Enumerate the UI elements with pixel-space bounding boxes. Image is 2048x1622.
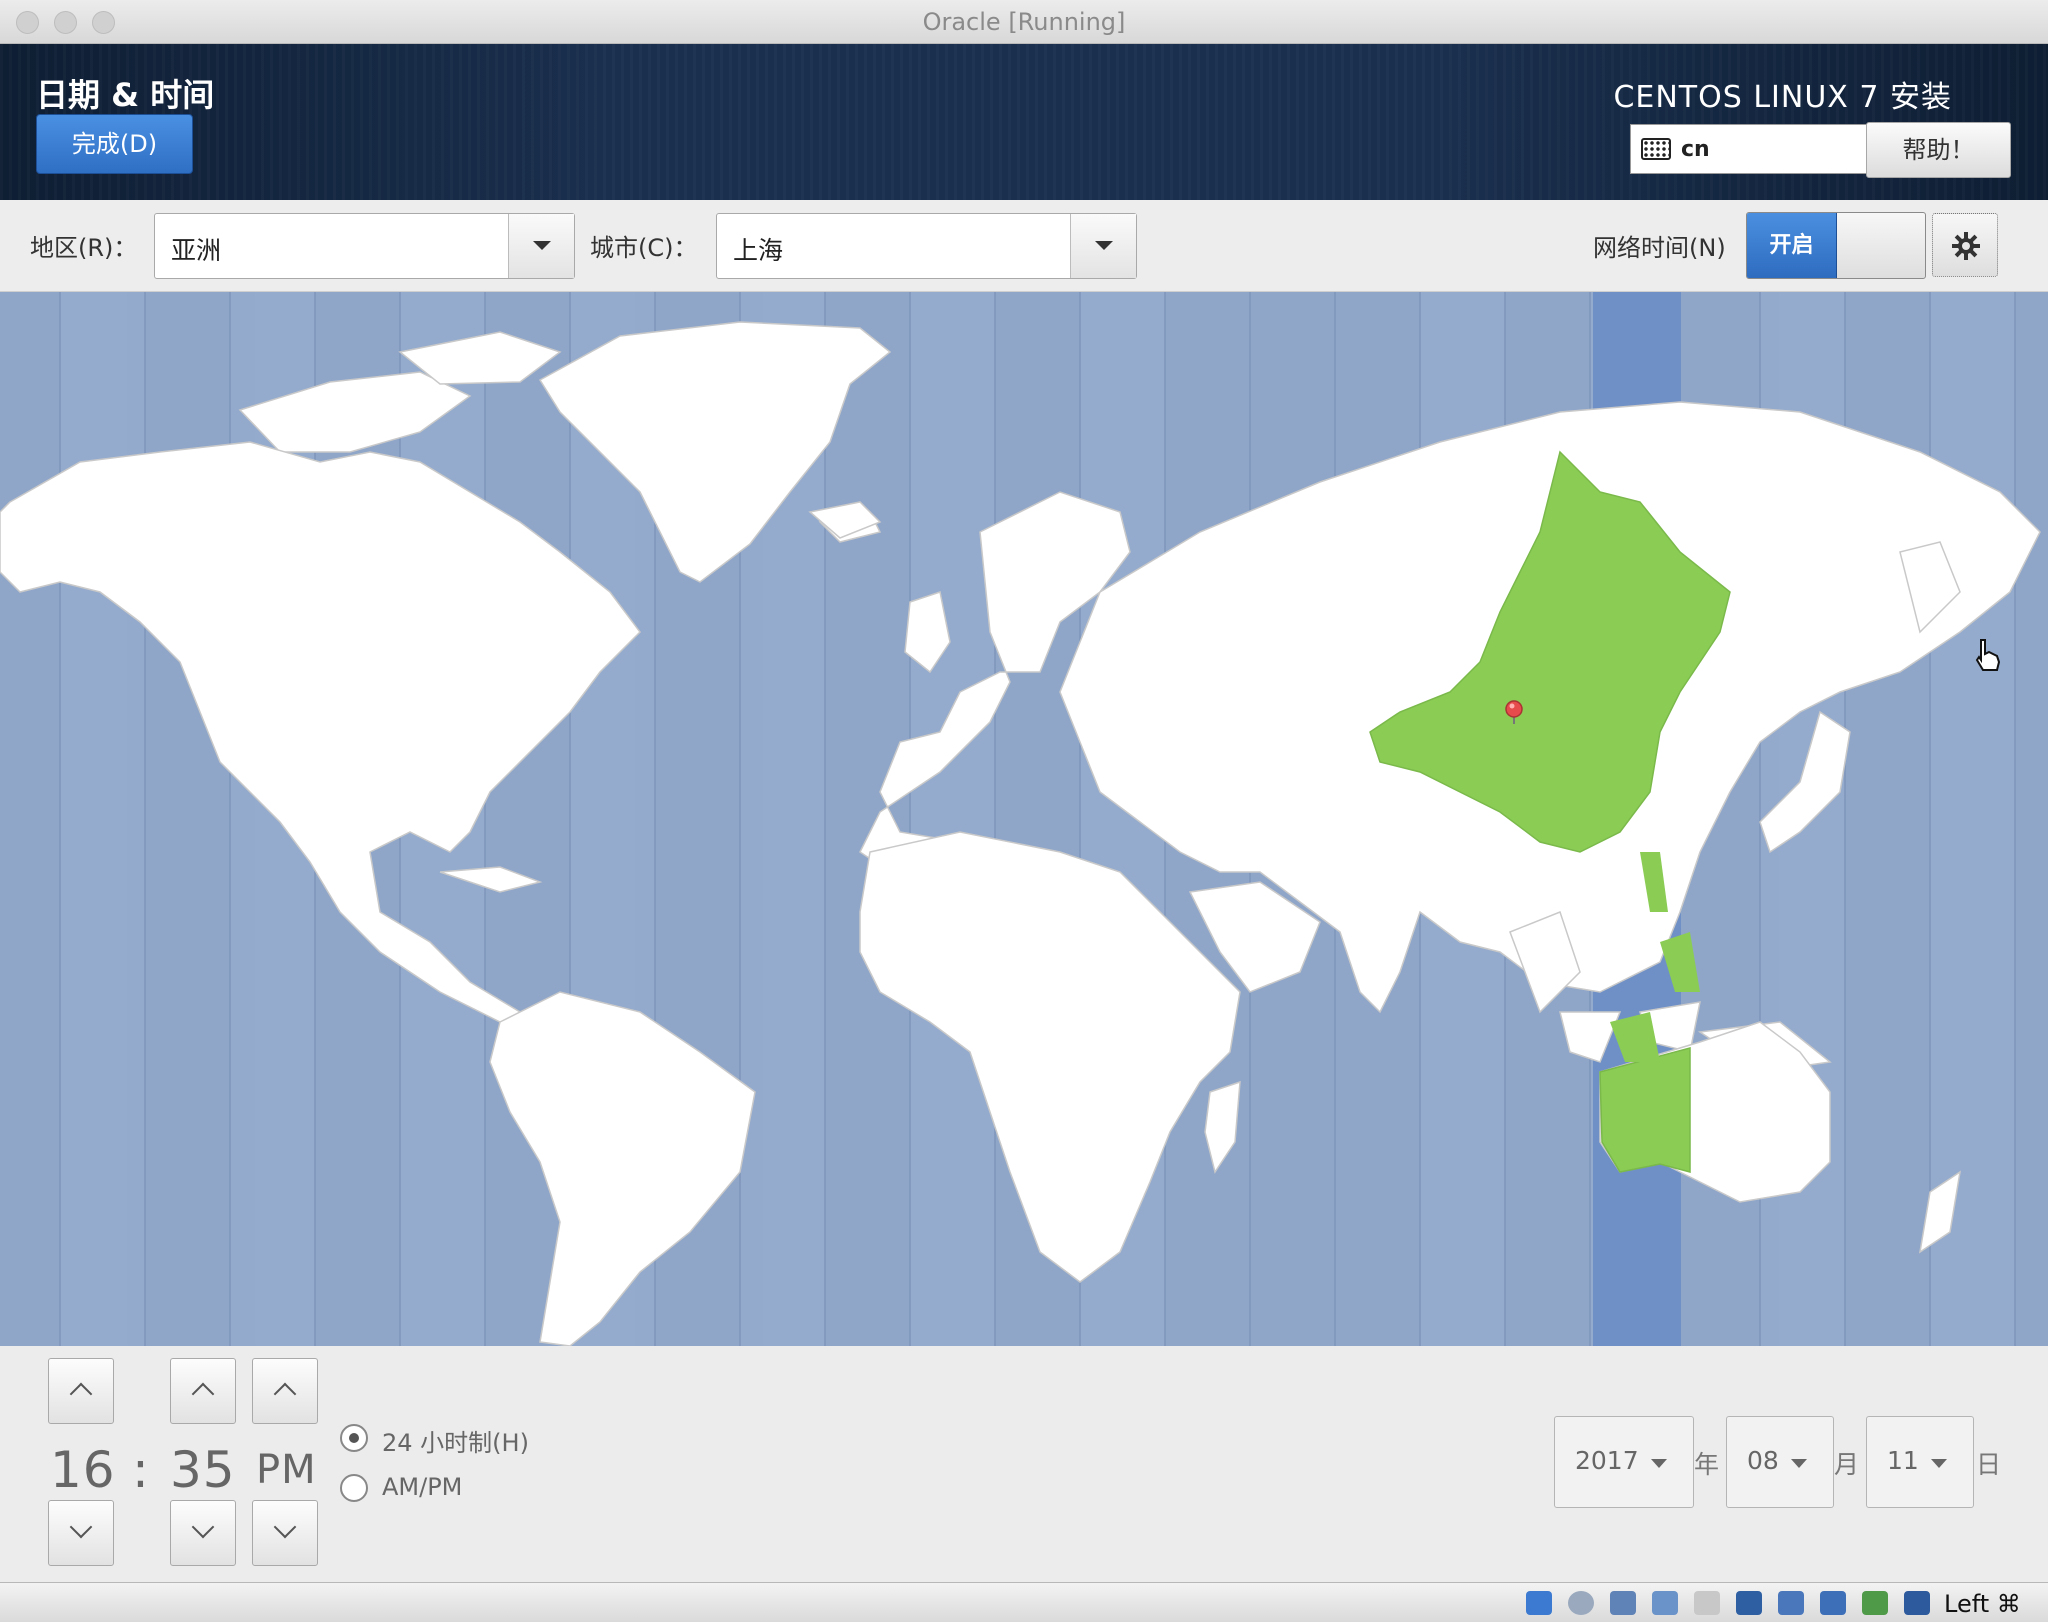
network-time-label: 网络时间(N): [1593, 234, 1726, 262]
done-button[interactable]: 完成(D): [36, 114, 193, 174]
chevron-up-icon: [69, 1382, 93, 1406]
year-unit: 年: [1694, 1450, 1720, 1479]
ampm-decrement-button[interactable]: [252, 1500, 318, 1566]
hours-value: 16: [50, 1441, 116, 1499]
year-combobox[interactable]: 2017: [1554, 1416, 1694, 1508]
format-ampm-label: AM/PM: [382, 1473, 463, 1501]
day-value: 11: [1887, 1446, 1919, 1475]
keyboard-layout-label: cn: [1681, 137, 1710, 162]
region-combobox[interactable]: 亚洲: [154, 213, 575, 279]
time-separator: :: [132, 1441, 150, 1499]
video-capture-icon[interactable]: [1778, 1591, 1804, 1615]
ampm-value: PM: [256, 1447, 317, 1493]
month-unit: 月: [1834, 1450, 1860, 1479]
city-dropdown-arrow-icon[interactable]: [1070, 214, 1136, 278]
chevron-down-icon: [69, 1515, 93, 1539]
region-dropdown-arrow-icon[interactable]: [508, 214, 574, 278]
mouse-integration-icon[interactable]: [1862, 1591, 1888, 1615]
region-value: 亚洲: [171, 236, 222, 265]
format-24h-radio[interactable]: [340, 1424, 368, 1452]
city-value: 上海: [733, 236, 784, 265]
region-label: 地区(R)：: [30, 234, 138, 262]
window-titlebar: Oracle [Running]: [0, 0, 2048, 44]
installer-header: 日期 & 时间 完成(D) CENTOS LINUX 7 安装 cn 帮助！: [0, 44, 2048, 200]
day-dropdown-arrow-icon: [1931, 1459, 1947, 1468]
audio-icon[interactable]: [1610, 1591, 1636, 1615]
month-value: 08: [1747, 1446, 1779, 1475]
vm-status-bar: Left ⌘: [0, 1582, 2048, 1622]
help-button[interactable]: 帮助！: [1866, 122, 2011, 178]
minutes-value: 35: [170, 1441, 236, 1499]
gear-icon: [1952, 232, 1980, 260]
chevron-up-icon: [191, 1382, 215, 1406]
network-icon[interactable]: [1652, 1591, 1678, 1615]
hours-increment-button[interactable]: [48, 1358, 114, 1424]
month-dropdown-arrow-icon: [1791, 1459, 1807, 1468]
keyboard-layout-indicator[interactable]: cn: [1630, 124, 1867, 174]
year-value: 2017: [1575, 1446, 1639, 1475]
timezone-selector-bar: 地区(R)： 亚洲 城市(C)： 上海 网络时间(N) 开启: [0, 200, 2048, 292]
keyboard-capture-icon[interactable]: [1904, 1591, 1930, 1615]
chevron-up-icon: [273, 1382, 297, 1406]
chevron-down-icon: [273, 1515, 297, 1539]
network-time-on-label: 开启: [1747, 213, 1837, 278]
minutes-decrement-button[interactable]: [170, 1500, 236, 1566]
month-combobox[interactable]: 08: [1726, 1416, 1834, 1508]
format-24h-label: 24 小时制(H): [382, 1429, 529, 1457]
cpu-icon[interactable]: [1820, 1591, 1846, 1615]
hard-disk-icon[interactable]: [1526, 1591, 1552, 1615]
city-combobox[interactable]: 上海: [716, 213, 1137, 279]
display-icon[interactable]: [1736, 1591, 1762, 1615]
shared-folder-icon[interactable]: [1694, 1591, 1720, 1615]
day-unit: 日: [1976, 1450, 2002, 1479]
page-title: 日期 & 时间: [36, 76, 215, 114]
ampm-increment-button[interactable]: [252, 1358, 318, 1424]
format-ampm-radio[interactable]: [340, 1474, 368, 1502]
city-label: 城市(C)：: [590, 234, 698, 262]
timezone-map[interactable]: [0, 292, 2048, 1346]
ntp-config-button[interactable]: [1932, 213, 1998, 277]
year-dropdown-arrow-icon: [1651, 1459, 1667, 1468]
network-time-switch[interactable]: 开启: [1746, 212, 1926, 279]
chevron-down-icon: [191, 1515, 215, 1539]
optical-drive-icon[interactable]: [1568, 1591, 1594, 1615]
keyboard-icon: [1641, 138, 1671, 160]
day-combobox[interactable]: 11: [1866, 1416, 1974, 1508]
host-key-label: Left ⌘: [1944, 1590, 2021, 1618]
window-title: Oracle [Running]: [922, 8, 1126, 36]
product-title: CENTOS LINUX 7 安装: [1613, 80, 1952, 115]
time-date-panel: 16 : 35 PM 24 小时制(H) AM/PM 2017 年 08 月 1…: [0, 1346, 2048, 1582]
hours-decrement-button[interactable]: [48, 1500, 114, 1566]
minutes-increment-button[interactable]: [170, 1358, 236, 1424]
